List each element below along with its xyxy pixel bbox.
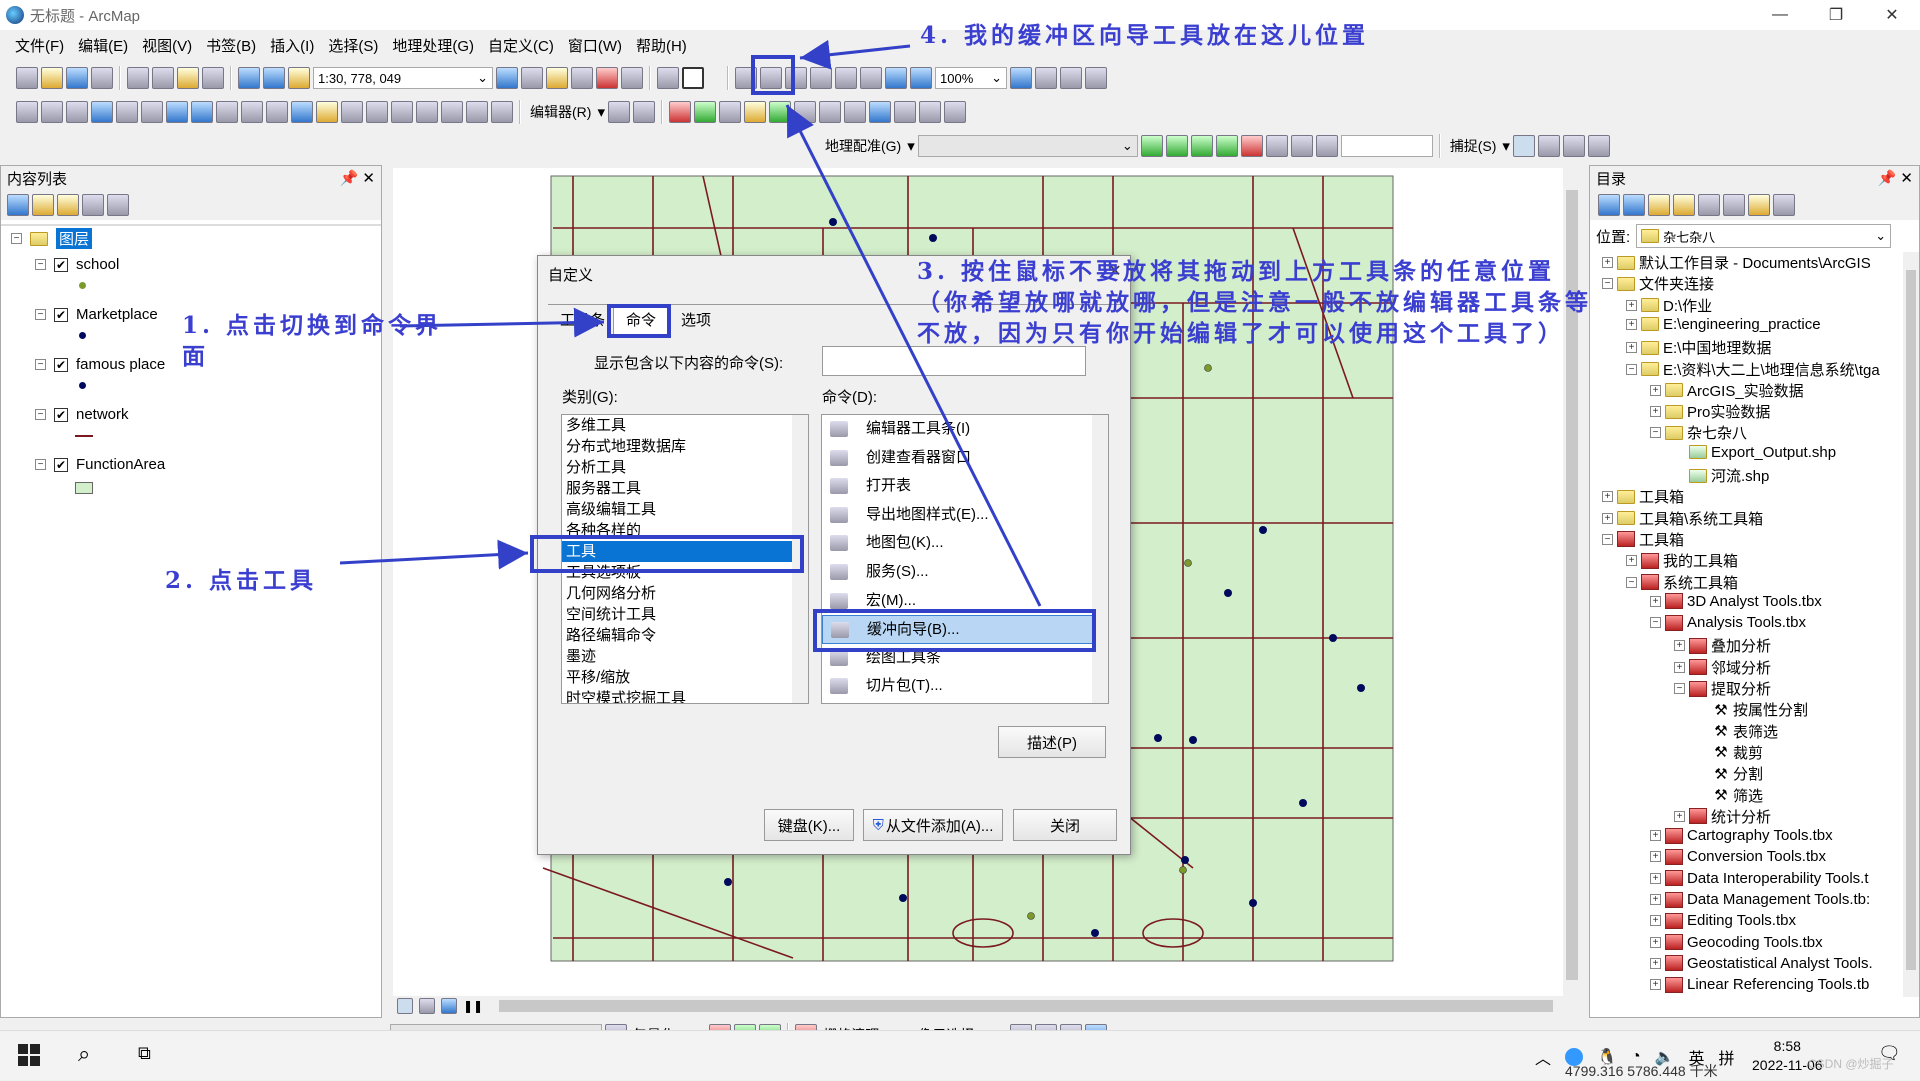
taskbar: ⌕ ⧉ ︿ 🐧 ◔ 🔈 英 拼 8:58 2022-11-06 🗨 4799.3…	[0, 1030, 1920, 1080]
task-view-icon[interactable]: ⧉	[138, 1043, 151, 1064]
annotation-step3: 3. 按住鼠标不要放将其拖动到上方工具条的任意位置（你希望放哪就放哪，但是注意一…	[917, 258, 1592, 347]
annotation-step4: 4. 我的缓冲区向导工具放在这儿位置	[920, 22, 1370, 49]
keyboard-layout-icon[interactable]: 拼	[1719, 1045, 1735, 1069]
annotation-step1: 1. 点击切换到命令界面	[182, 312, 443, 370]
watermark: CSDN @炒掘子	[1808, 1057, 1894, 1071]
status-coordinates: 4799.316 5786.448 千米	[1565, 1063, 1718, 1079]
show-hidden-icon[interactable]: ︿	[1535, 1045, 1551, 1069]
windows-start-icon[interactable]	[18, 1044, 40, 1066]
annotation-arrows	[339, 39, 1042, 607]
annotation-step2: 2. 点击工具	[165, 567, 318, 594]
search-icon[interactable]: ⌕	[78, 1041, 90, 1067]
